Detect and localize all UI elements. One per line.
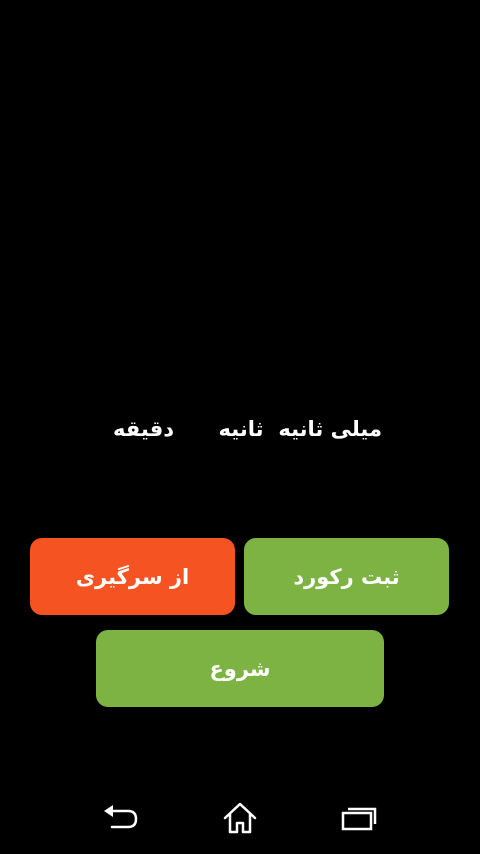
start-button-label: شروع: [209, 656, 271, 681]
reset-button-label: از سرگیری: [75, 564, 190, 589]
system-navigation-bar: [0, 774, 480, 854]
back-arrow-icon[interactable]: [90, 796, 150, 840]
record-lap-button-label: ثبت رکورد: [293, 564, 400, 589]
recent-apps-icon[interactable]: [330, 796, 390, 840]
reset-button[interactable]: از سرگیری: [30, 538, 235, 615]
record-lap-button[interactable]: ثبت رکورد: [244, 538, 449, 615]
milliseconds-label: میلی ثانیه: [278, 417, 382, 441]
seconds-label: ثانیه: [218, 417, 264, 441]
start-button[interactable]: شروع: [96, 630, 384, 707]
minutes-label: دقیقه: [113, 417, 174, 441]
home-icon[interactable]: [210, 796, 270, 840]
